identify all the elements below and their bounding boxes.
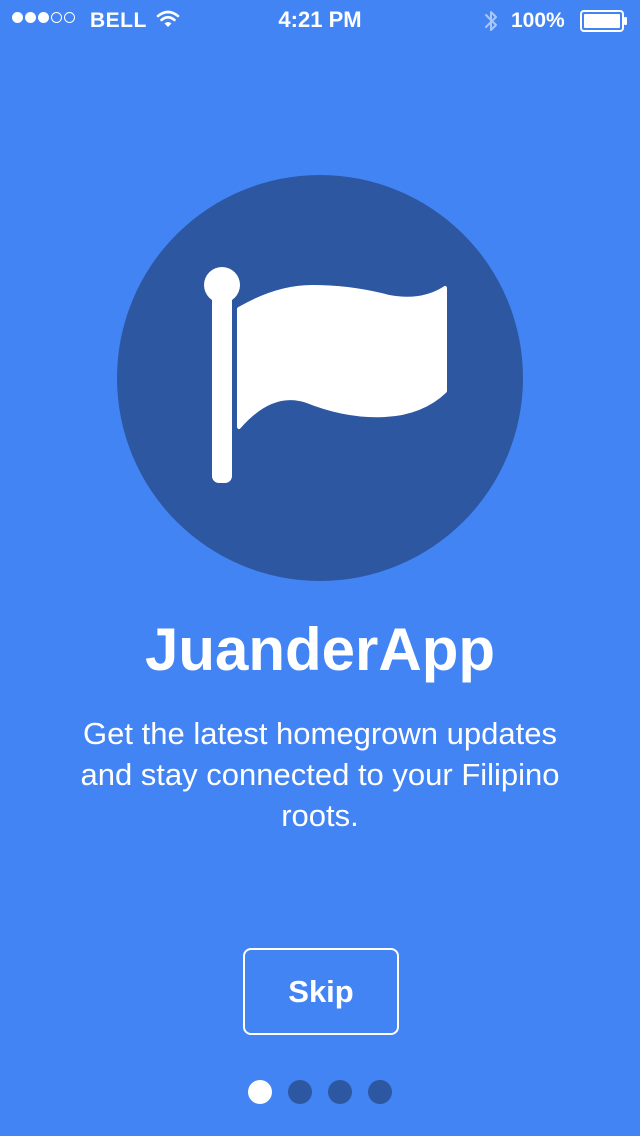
status-bar: BELL 4:21 PM 100% [0, 0, 640, 40]
skip-button[interactable]: Skip [243, 948, 399, 1035]
page-dot-3[interactable] [328, 1080, 352, 1104]
page-indicator[interactable] [0, 1080, 640, 1104]
flag-icon [204, 267, 447, 483]
app-title: JuanderApp [144, 616, 496, 683]
app-logo [117, 175, 523, 581]
page-dot-1[interactable] [248, 1080, 272, 1104]
battery-percentage: 100% [511, 9, 565, 32]
page-dot-2[interactable] [288, 1080, 312, 1104]
battery-icon [580, 10, 627, 32]
bluetooth-icon [485, 11, 497, 31]
page-dot-4[interactable] [368, 1080, 392, 1104]
app-description: Get the latest homegrown updates and sta… [80, 716, 560, 833]
